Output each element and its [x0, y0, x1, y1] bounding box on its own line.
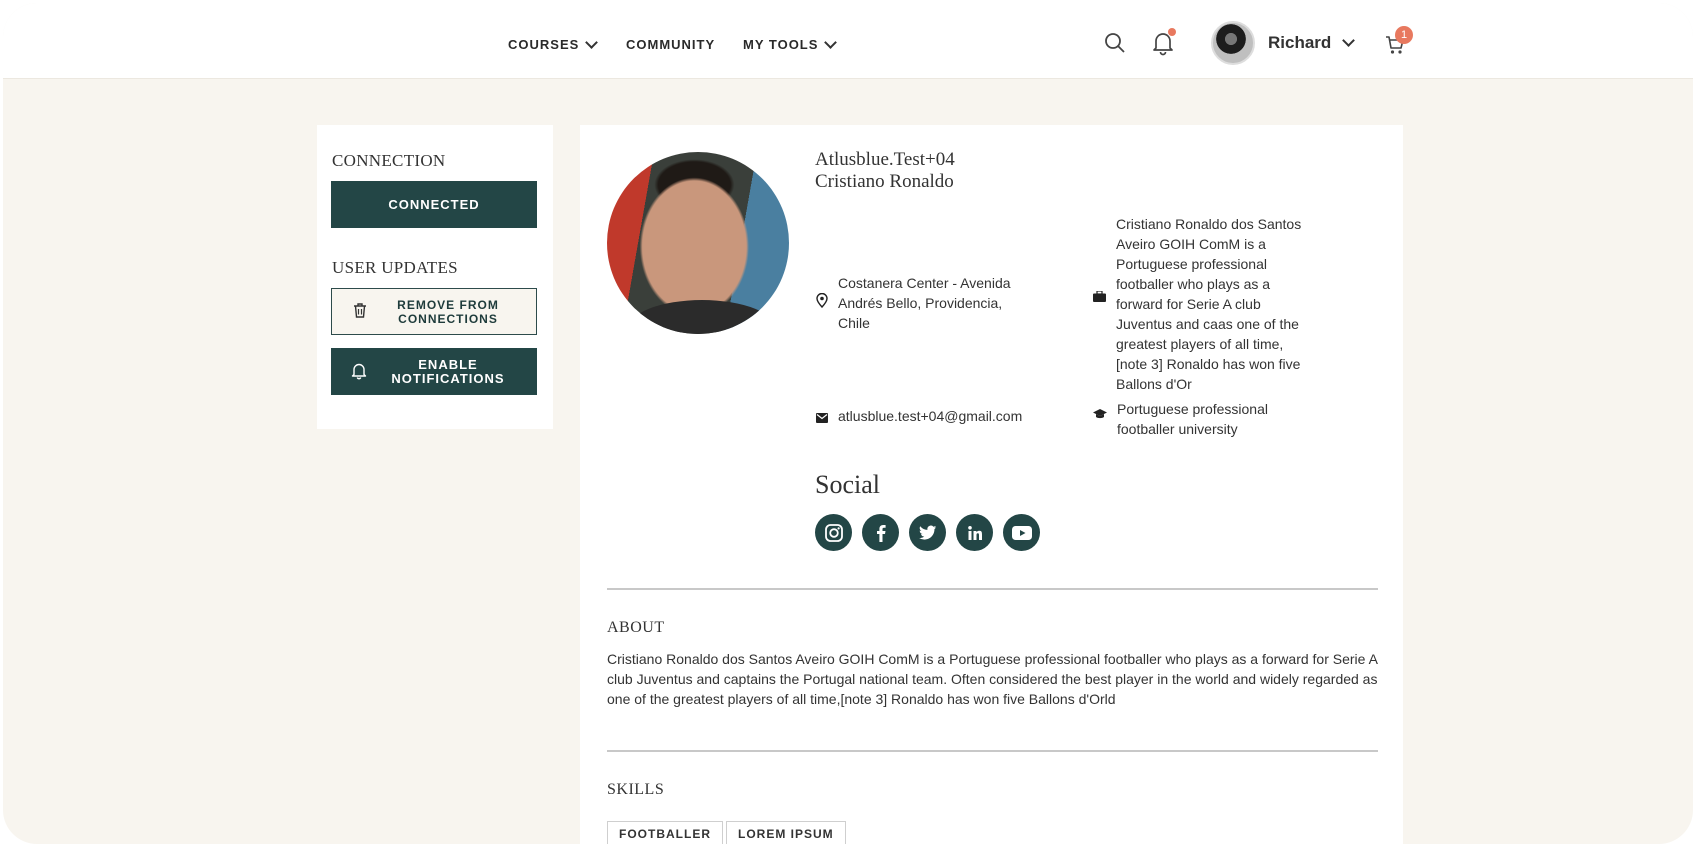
search-icon[interactable]	[1103, 31, 1127, 60]
briefcase-icon	[1093, 287, 1106, 394]
bell-icon[interactable]	[1151, 28, 1176, 61]
skill-tag: LOREM IPSUM	[726, 821, 846, 844]
location-text: Costanera Center - Avenida Andrés Bello,…	[838, 275, 1011, 331]
nav-community-label: COMMUNITY	[626, 37, 716, 52]
connected-label: CONNECTED	[388, 196, 480, 212]
notification-dot	[1168, 28, 1176, 36]
nav-community[interactable]: COMMUNITY	[626, 37, 715, 52]
enable-notifications-button[interactable]: ENABLE NOTIFICATIONS	[331, 348, 537, 395]
bell-icon	[351, 361, 367, 382]
location-info: Costanera Center - Avenida Andrés Bello,…	[816, 273, 1026, 333]
social-title: Social	[815, 470, 880, 499]
envelope-icon	[816, 408, 828, 428]
user-name: Richard	[1268, 33, 1332, 52]
nav-courses-label: COURSES	[508, 37, 580, 52]
location-pin-icon	[816, 292, 828, 333]
email-info[interactable]: atlusblue.test+04@gmail.com	[816, 406, 1022, 428]
chevron-down-icon	[585, 35, 599, 49]
occupation-text: Cristiano Ronaldo dos Santos Aveiro GOIH…	[1116, 216, 1302, 392]
education-text: Portuguese professional footballer unive…	[1117, 401, 1268, 437]
about-title: ABOUT	[607, 619, 665, 636]
skills-title: SKILLS	[607, 781, 665, 798]
app-frame: COURSES COMMUNITY MY TOOLS Richard 1 CON	[3, 3, 1693, 844]
profile-photo-shoulders	[627, 300, 777, 334]
remove-connection-button[interactable]: REMOVE FROM CONNECTIONS	[331, 288, 537, 335]
education-info: Portuguese professional footballer unive…	[1093, 399, 1308, 439]
profile-card: Atlusblue.Test+04 Cristiano Ronaldo Cost…	[580, 125, 1403, 844]
nav-my-tools-label: MY TOOLS	[743, 37, 819, 52]
chevron-down-icon	[824, 35, 838, 49]
youtube-icon[interactable]	[1003, 514, 1040, 551]
linkedin-icon[interactable]	[956, 514, 993, 551]
profile-handle: Atlusblue.Test+04	[815, 149, 955, 170]
skill-tag: FOOTBALLER	[607, 821, 723, 844]
chevron-down-icon	[1342, 34, 1356, 47]
divider	[607, 588, 1378, 590]
profile-full-name: Cristiano Ronaldo	[815, 171, 954, 192]
trash-icon	[352, 302, 368, 322]
user-menu[interactable]: Richard	[1211, 21, 1356, 65]
connection-panel: CONNECTION CONNECTED USER UPDATES REMOVE…	[317, 125, 553, 429]
nav-courses[interactable]: COURSES	[508, 35, 599, 52]
about-text: Cristiano Ronaldo dos Santos Aveiro GOIH…	[607, 651, 1378, 707]
divider	[607, 750, 1378, 752]
facebook-icon[interactable]	[862, 514, 899, 551]
connection-title: CONNECTION	[332, 151, 446, 170]
graduation-cap-icon	[1093, 404, 1107, 439]
connected-button[interactable]: CONNECTED	[331, 181, 537, 228]
avatar	[1211, 21, 1255, 65]
user-updates-title: USER UPDATES	[332, 258, 458, 277]
cart-count-badge: 1	[1395, 26, 1413, 44]
email-text: atlusblue.test+04@gmail.com	[838, 408, 1023, 424]
twitter-icon[interactable]	[909, 514, 946, 551]
top-navigation-bar: COURSES COMMUNITY MY TOOLS Richard 1	[3, 3, 1693, 79]
profile-photo	[607, 152, 789, 334]
occupation-info: Cristiano Ronaldo dos Santos Aveiro GOIH…	[1093, 214, 1308, 394]
instagram-icon[interactable]	[815, 514, 852, 551]
nav-my-tools[interactable]: MY TOOLS	[743, 35, 838, 52]
